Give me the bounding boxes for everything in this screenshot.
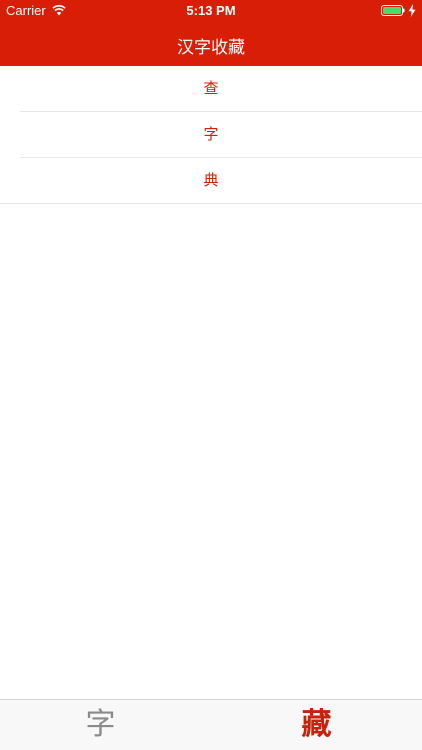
character-icon: 字 bbox=[85, 707, 116, 742]
status-time: 5:13 PM bbox=[186, 3, 236, 18]
list-item-dian[interactable]: 典 bbox=[0, 158, 422, 203]
status-bar: Carrier 5:13 PM bbox=[0, 0, 422, 22]
header: Carrier 5:13 PM 汉字收藏 bbox=[0, 0, 422, 66]
tab-characters[interactable]: 字 bbox=[0, 700, 211, 750]
battery-icon bbox=[381, 5, 405, 16]
character-list: 查 字 典 bbox=[0, 66, 422, 204]
collection-icon: 藏 bbox=[301, 707, 332, 742]
list-item-cha[interactable]: 查 bbox=[0, 66, 422, 111]
app-screen: Carrier 5:13 PM 汉字收藏 查 字 典 字 藏 bbox=[0, 0, 422, 750]
list-end-divider bbox=[0, 203, 422, 204]
tab-bar: 字 藏 bbox=[0, 699, 422, 750]
list-item-zi[interactable]: 字 bbox=[0, 112, 422, 157]
page-title: 汉字收藏 bbox=[177, 38, 245, 58]
charging-bolt-icon bbox=[408, 4, 416, 17]
tab-collection[interactable]: 藏 bbox=[211, 700, 422, 750]
